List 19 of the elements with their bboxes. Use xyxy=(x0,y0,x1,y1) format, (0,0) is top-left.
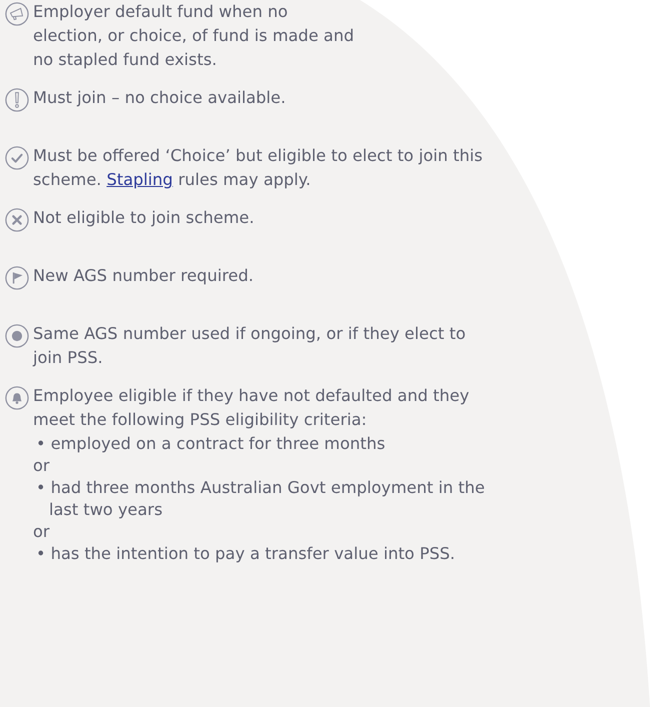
legend-text: New AGS number required. xyxy=(33,265,254,287)
legend-text: Must be offered ‘Choice’ but eligible to elect to join this scheme. Stapling rules may apply. xyxy=(33,145,483,191)
close-icon xyxy=(5,208,29,232)
criteria-item: • employed on a contract for three months xyxy=(35,433,386,455)
legend-text: Employer default fund when no election, or choice, of fund is made and no stapled fund exists. xyxy=(33,1,354,71)
legend-text: Must join – no choice available. xyxy=(33,87,286,109)
exclamation-icon xyxy=(5,88,29,112)
legend-text: Not eligible to join scheme. xyxy=(33,207,254,229)
or-text: or xyxy=(33,455,51,477)
bell-icon xyxy=(5,386,29,410)
check-icon xyxy=(5,146,29,170)
stapling-link[interactable]: Stapling xyxy=(106,170,173,189)
megaphone-icon xyxy=(5,2,29,26)
flag-icon xyxy=(5,266,29,290)
legend-text: Same AGS number used if ongoing, or if they elect to join PSS. xyxy=(33,323,466,369)
criteria-item: • has the intention to pay a transfer value into PSS. xyxy=(35,543,456,565)
dot-icon xyxy=(5,324,29,348)
or-text: or xyxy=(33,521,51,543)
legend-text: Employee eligible if they have not defaulted and they meet the following PSS eligibility criteria: xyxy=(33,385,470,431)
